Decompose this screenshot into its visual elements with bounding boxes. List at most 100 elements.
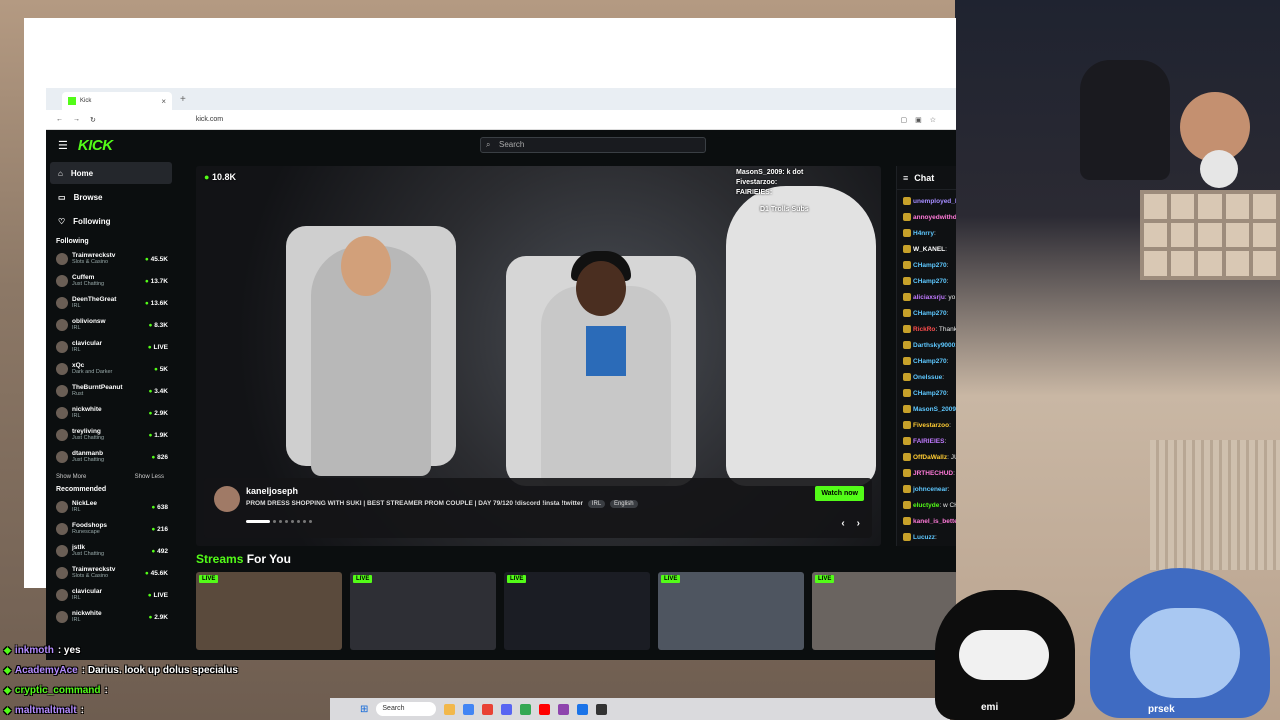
taskbar: ⊞ Search xyxy=(330,698,950,720)
channel-info: clavicular IRL xyxy=(72,340,144,354)
chat-username[interactable]: eluctyde xyxy=(913,502,939,509)
screenshot-icon[interactable]: ▣ xyxy=(915,116,922,124)
chat-username[interactable]: kanel_is_better xyxy=(913,518,956,525)
reload-icon[interactable]: ↻ xyxy=(90,116,96,124)
tab-title: Kick xyxy=(80,98,92,104)
back-icon[interactable]: ← xyxy=(56,116,63,123)
spotify-icon[interactable] xyxy=(520,703,532,715)
tag-irl[interactable]: IRL xyxy=(587,500,606,508)
sidebar-channel[interactable]: treyliving Just Chatting ● 1.9K xyxy=(50,424,172,446)
tab-strip: Kick × + xyxy=(46,88,956,110)
chat-collapse-icon[interactable]: ≡ xyxy=(903,173,908,183)
stream-title-text: PROM DRESS SHOPPING WITH SUKI | BEST STR… xyxy=(246,500,583,507)
chat-message: eluctyde: w CHIEF xyxy=(903,498,956,514)
sidebar-channel[interactable]: nickwhite IRL ● 2.9K xyxy=(50,402,172,424)
browser-tab[interactable]: Kick × xyxy=(62,92,172,110)
taskbar-search-input[interactable]: Search xyxy=(376,702,437,716)
browser-icon[interactable] xyxy=(463,703,475,715)
show-more-button[interactable]: Show More xyxy=(56,474,86,480)
bookmark-icon[interactable]: ☆ xyxy=(930,116,936,124)
search-input[interactable]: ⌕ Search xyxy=(480,137,706,153)
video-player[interactable]: ● 10.8K MasonS_2009: k dot Fivestarzoo: … xyxy=(196,166,881,546)
chevron-left-icon[interactable]: ‹ xyxy=(841,518,844,529)
sidebar-channel[interactable]: dtanmanb Just Chatting ● 826 xyxy=(50,446,172,468)
sidebar-item-following[interactable]: ♡ Following xyxy=(50,210,172,232)
chat-username[interactable]: Darthsky9000 xyxy=(913,342,955,349)
stream-card[interactable]: LIVE xyxy=(350,572,496,650)
chat-username[interactable]: H4nrry xyxy=(913,230,934,237)
sidebar-channel[interactable]: Trainwreckstv Slots & Casino ● 45.5K xyxy=(50,248,172,270)
sidebar-channel[interactable]: jstlk Just Chatting ● 492 xyxy=(50,540,172,562)
channel-info: jstlk Just Chatting xyxy=(72,544,147,558)
chat-username[interactable]: unemployed_bum xyxy=(913,198,956,205)
new-tab-icon[interactable]: + xyxy=(180,94,186,105)
sidebar-channel[interactable]: oblivionsw IRL ● 8.3K xyxy=(50,314,172,336)
tag-english[interactable]: English xyxy=(609,500,638,508)
viewer-value: LIVE xyxy=(153,343,168,351)
chat-username[interactable]: CHamp270 xyxy=(913,262,947,269)
sidebar-channel[interactable]: NickLee IRL ● 638 xyxy=(50,496,172,518)
chat-badge-icon: ◆ xyxy=(4,644,11,655)
chat-username[interactable]: OneIssue xyxy=(913,374,942,381)
chat-username[interactable]: RickRo xyxy=(913,326,935,333)
chevron-right-icon[interactable]: › xyxy=(857,518,860,529)
chat-username[interactable]: CHamp270 xyxy=(913,278,947,285)
app-icon[interactable] xyxy=(577,703,589,715)
kick-logo[interactable]: KICK xyxy=(78,137,113,154)
streamer-name[interactable]: kaneljoseph xyxy=(246,486,298,496)
chat-username[interactable]: Fivestarzoo xyxy=(913,422,949,429)
watch-now-button[interactable]: Watch now xyxy=(815,486,864,501)
sidebar-channel[interactable]: Trainwreckstv Slots & Casino ● 45.6K xyxy=(50,562,172,584)
avatar[interactable] xyxy=(214,486,240,512)
badge-icon xyxy=(903,197,911,206)
sidebar-channel[interactable]: Foodshops Runescape ● 216 xyxy=(50,518,172,540)
chat-message: CHamp270: xyxy=(903,258,956,274)
chat-username[interactable]: Lucuzz xyxy=(913,534,935,541)
discord-icon[interactable] xyxy=(501,703,513,715)
avatar xyxy=(56,523,68,535)
chat-username[interactable]: MasonS_2009 xyxy=(913,406,956,413)
show-less-button[interactable]: Show Less xyxy=(135,474,164,480)
url-field[interactable]: kick.com xyxy=(196,116,223,123)
chat-username[interactable]: W_KANEL xyxy=(913,246,945,253)
sidebar-item-browse[interactable]: ▭ Browse xyxy=(50,186,172,208)
app-icon[interactable] xyxy=(596,703,608,715)
sidebar-channel[interactable]: nickwhite IRL ● 2.9K xyxy=(50,606,172,628)
chat-username[interactable]: aliciaxsrju xyxy=(913,294,945,301)
menu-icon[interactable]: ☰ xyxy=(58,139,68,152)
channel-category: IRL xyxy=(72,303,81,309)
sidebar-channel[interactable]: clavicular IRL ● LIVE xyxy=(50,336,172,358)
chat-username[interactable]: CHamp270 xyxy=(913,390,947,397)
sidebar-channel[interactable]: TheBurntPeanut Rust ● 3.4K xyxy=(50,380,172,402)
folder-icon[interactable] xyxy=(444,703,456,715)
chat-username[interactable]: CHamp270 xyxy=(913,310,947,317)
chat-username[interactable]: FAIRIEIES xyxy=(913,438,944,445)
close-tab-icon[interactable]: × xyxy=(161,97,166,106)
chat-username[interactable]: OffDaWallz xyxy=(913,454,947,461)
overlay-username: maltmaltmalt xyxy=(14,704,77,716)
chat-message: CHamp270: xyxy=(903,306,956,322)
sidebar-item-home[interactable]: ⌂ Home xyxy=(50,162,172,184)
sidebar-channel[interactable]: xQc Dark and Darker ● 5K xyxy=(50,358,172,380)
sidebar-channel[interactable]: Cuffem Just Chatting ● 13.7K xyxy=(50,270,172,292)
stream-card[interactable]: LIVE xyxy=(504,572,650,650)
stream-card[interactable]: LIVE xyxy=(658,572,804,650)
channel-category: Just Chatting xyxy=(72,551,105,557)
chat-message: RickRo: Thanks for the follow @Carson225… xyxy=(903,322,956,338)
chat-username[interactable]: JRTHECHUD xyxy=(913,470,953,477)
app-icon[interactable] xyxy=(558,703,570,715)
forward-icon[interactable]: → xyxy=(73,116,80,123)
channel-info: Trainwreckstv Slots & Casino xyxy=(72,252,141,266)
kick-favicon-icon xyxy=(68,97,76,105)
avatar xyxy=(56,297,68,309)
extension-icon[interactable]: ▢ xyxy=(900,116,907,124)
youtube-icon[interactable] xyxy=(539,703,551,715)
chat-username[interactable]: annoyedwithdan xyxy=(913,214,956,221)
chat-username[interactable]: CHamp270 xyxy=(913,358,947,365)
chat-username[interactable]: johncenear xyxy=(913,486,948,493)
stream-card[interactable]: LIVE xyxy=(196,572,342,650)
sidebar-channel[interactable]: DeenTheGreat IRL ● 13.6K xyxy=(50,292,172,314)
sidebar-channel[interactable]: clavicular IRL ● LIVE xyxy=(50,584,172,606)
app-icon[interactable] xyxy=(482,703,494,715)
windows-start-icon[interactable]: ⊞ xyxy=(360,704,368,715)
